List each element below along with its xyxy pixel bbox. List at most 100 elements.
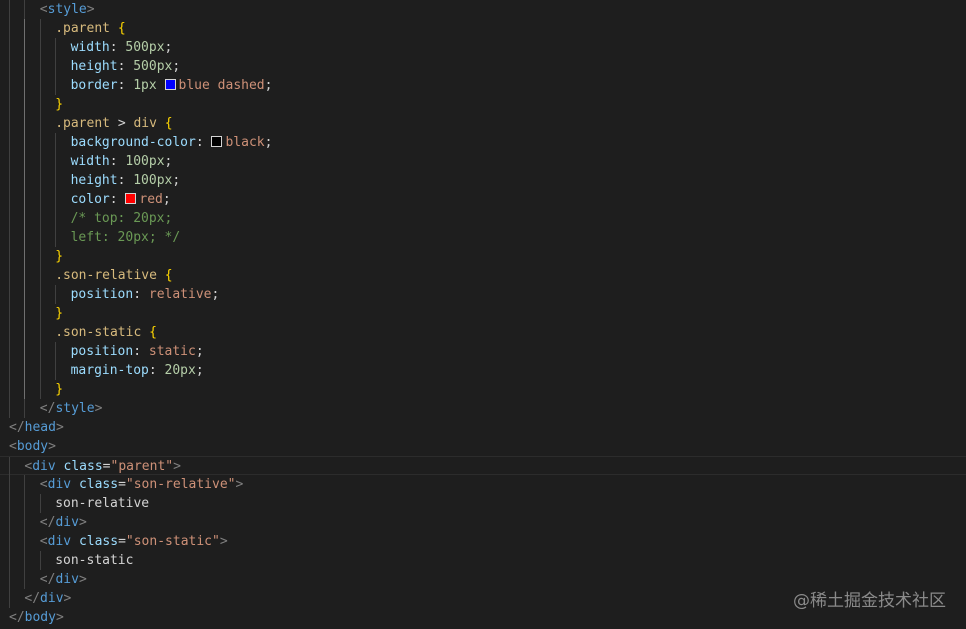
code-text: .parent { xyxy=(55,19,125,38)
code-line[interactable]: height: 100px; xyxy=(0,171,966,190)
indent-guide xyxy=(9,247,10,266)
code-token: 100px xyxy=(133,173,173,188)
indent-guide xyxy=(9,304,10,323)
indent-guide xyxy=(39,152,41,171)
code-line[interactable]: width: 500px; xyxy=(0,38,966,57)
indent-guide xyxy=(39,228,41,247)
code-line[interactable]: height: 500px; xyxy=(0,57,966,76)
code-editor[interactable]: <style> .parent {width: 500px; height: 500… xyxy=(0,0,966,629)
indent-guide xyxy=(24,342,26,361)
code-token: 100px xyxy=(125,154,165,169)
code-token: > xyxy=(78,515,87,530)
code-token: son-static xyxy=(55,553,134,568)
code-line[interactable]: left: 20px; */ xyxy=(0,228,966,247)
indent-guide xyxy=(9,399,10,418)
indent-guide xyxy=(55,76,57,95)
code-token: /* top: 20px; xyxy=(70,211,173,226)
indent-guide xyxy=(9,38,10,57)
code-line[interactable]: } xyxy=(0,95,966,114)
code-token: </ xyxy=(9,610,25,625)
code-token: class xyxy=(63,459,103,474)
code-line[interactable]: </head> xyxy=(0,418,966,437)
code-text: </div> xyxy=(24,589,71,608)
code-token: : xyxy=(117,59,134,74)
indent-guide xyxy=(39,114,41,133)
code-line[interactable]: background-color: black; xyxy=(0,133,966,152)
code-token: height xyxy=(70,173,118,188)
code-token: position xyxy=(70,344,134,359)
code-line[interactable]: color: red; xyxy=(0,190,966,209)
code-line[interactable]: .son-static { xyxy=(0,323,966,342)
indent-guide xyxy=(39,95,41,114)
code-line[interactable]: <div class="parent"> xyxy=(0,456,966,476)
indent-guide xyxy=(9,57,10,76)
indent-guide xyxy=(9,190,10,209)
code-token: div xyxy=(40,591,64,606)
code-token: : xyxy=(109,154,126,169)
code-text: border: 1px blue dashed; xyxy=(71,76,273,95)
indent-guide xyxy=(55,171,57,190)
indent-guide xyxy=(9,152,10,171)
code-line[interactable]: <style> xyxy=(0,0,966,19)
code-token: > xyxy=(63,591,72,606)
code-line[interactable]: } xyxy=(0,247,966,266)
indent-guide xyxy=(9,513,10,532)
code-token: > xyxy=(55,420,64,435)
code-line[interactable]: /* top: 20px; xyxy=(0,209,966,228)
code-line[interactable]: border: 1px blue dashed; xyxy=(0,76,966,95)
code-text: /* top: 20px; xyxy=(71,209,173,228)
indent-guide xyxy=(24,475,26,494)
code-text: <div class="son-static"> xyxy=(40,532,228,551)
code-line[interactable]: <body> xyxy=(0,437,966,456)
code-line[interactable]: .parent { xyxy=(0,19,966,38)
code-text: } xyxy=(55,247,63,266)
code-line[interactable]: .parent > div { xyxy=(0,114,966,133)
code-line[interactable]: margin-top: 20px; xyxy=(0,361,966,380)
code-line[interactable]: } xyxy=(0,380,966,399)
indent-guide xyxy=(39,380,41,399)
code-token: < xyxy=(39,477,48,492)
indent-guide xyxy=(39,171,41,190)
code-line[interactable]: .son-relative { xyxy=(0,266,966,285)
code-text: } xyxy=(55,380,63,399)
code-line[interactable]: width: 100px; xyxy=(0,152,966,171)
code-line[interactable]: </style> xyxy=(0,399,966,418)
indent-guide xyxy=(24,513,26,532)
code-line[interactable]: son-static xyxy=(0,551,966,570)
code-token: 20px xyxy=(164,363,196,378)
indent-guide xyxy=(9,361,10,380)
color-swatch-icon[interactable] xyxy=(164,79,176,90)
code-token: .parent xyxy=(55,116,118,131)
code-text: .son-relative { xyxy=(55,266,172,285)
code-line[interactable]: </div> xyxy=(0,513,966,532)
indent-guide xyxy=(55,361,57,380)
code-token: div xyxy=(47,477,72,492)
code-text: </style> xyxy=(40,399,103,418)
indent-guide xyxy=(24,570,26,589)
code-token: div xyxy=(55,515,79,530)
indent-guide xyxy=(9,285,10,304)
code-text: color: red; xyxy=(71,190,171,209)
code-token: ; xyxy=(195,344,204,359)
indent-guide xyxy=(9,551,10,570)
indent-guide xyxy=(55,57,57,76)
indent-guide xyxy=(9,323,10,342)
code-token: background-color xyxy=(70,135,196,150)
code-line[interactable]: position: relative; xyxy=(0,285,966,304)
code-line[interactable]: <div class="son-relative"> xyxy=(0,475,966,494)
code-line[interactable]: position: static; xyxy=(0,342,966,361)
code-line[interactable]: son-relative xyxy=(0,494,966,513)
code-token: } xyxy=(55,97,64,112)
code-token: : xyxy=(109,192,126,207)
code-line[interactable]: } xyxy=(0,304,966,323)
indent-guide xyxy=(9,475,10,494)
indent-guide xyxy=(55,285,57,304)
indent-guide xyxy=(39,247,41,266)
code-token: 1px xyxy=(133,78,165,93)
color-swatch-icon[interactable] xyxy=(125,193,137,204)
code-line[interactable]: <div class="son-static"> xyxy=(0,532,966,551)
code-token: : xyxy=(133,287,149,302)
color-swatch-icon[interactable] xyxy=(211,136,223,147)
